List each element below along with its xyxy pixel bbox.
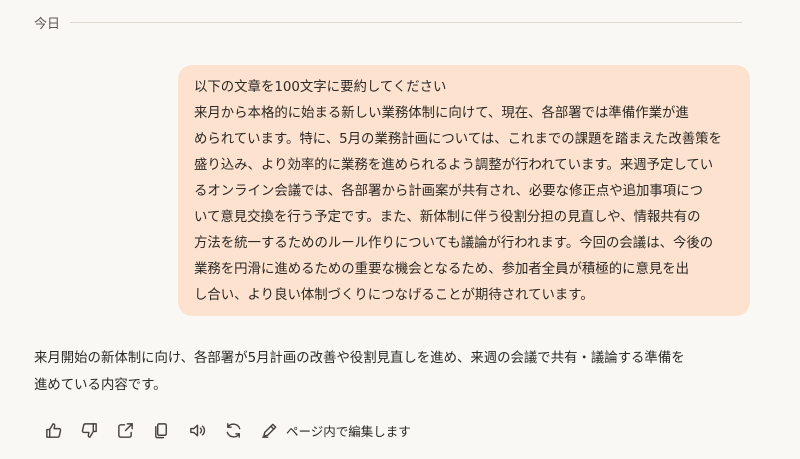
user-message-line: し合い、より良い体制づくりにつなげることが期待されています。 (194, 288, 594, 303)
date-divider: 今日 (34, 12, 742, 32)
speaker-icon[interactable] (184, 417, 210, 443)
assistant-message: 来月開始の新体制に向け、各部署が5月計画の改善や役割見直しを進め、来週の会議で共… (34, 345, 764, 399)
user-message-line: いて意見交換を行う予定です。また、新体制に伴う役割分担の見直しや、情報共有の (194, 210, 701, 225)
user-message-line: 来月から本格的に始まる新しい業務体制に向けて、現在、各部署では準備作業が進 (194, 106, 689, 121)
edit-in-page-label: ページ内で編集します (286, 423, 411, 439)
assistant-message-line: 進めている内容です。 (34, 378, 167, 393)
regenerate-icon[interactable] (220, 417, 246, 443)
user-message-line: 以下の文章を100文字に要約してください (194, 80, 447, 95)
user-message-bubble: 以下の文章を100文字に要約してください 来月から本格的に始まる新しい業務体制に… (178, 65, 750, 316)
thumbs-up-icon[interactable] (40, 417, 66, 443)
edit-in-page-button[interactable]: ページ内で編集します (256, 417, 411, 443)
edit-icon (256, 417, 282, 443)
assistant-message-line: 来月開始の新体制に向け、各部署が5月計画の改善や役割見直しを進め、来週の会議で共… (34, 351, 685, 366)
copy-icon[interactable] (148, 417, 174, 443)
user-message-line: 盛り込み、より効率的に業務を進められるよう調整が行われています。来週予定してい (194, 158, 714, 173)
message-action-bar: ページ内で編集します (40, 416, 411, 444)
divider-line (70, 21, 742, 23)
user-message-line: 業務を円滑に進めるための重要な機会となるため、参加者全員が積極的に意見を出 (194, 262, 690, 277)
user-message-line: められています。特に、5月の業務計画については、これまでの課題を踏まえた改善策を (194, 132, 722, 147)
date-divider-label: 今日 (34, 16, 61, 32)
thumbs-down-icon[interactable] (76, 417, 102, 443)
share-icon[interactable] (112, 417, 138, 443)
user-message-line: るオンライン会議では、各部署から計画案が共有され、必要な修正点や追加事項につ (194, 184, 703, 199)
user-message-line: 方法を統一するためのルール作りについても議論が行われます。今回の会議は、今後の (194, 236, 714, 251)
